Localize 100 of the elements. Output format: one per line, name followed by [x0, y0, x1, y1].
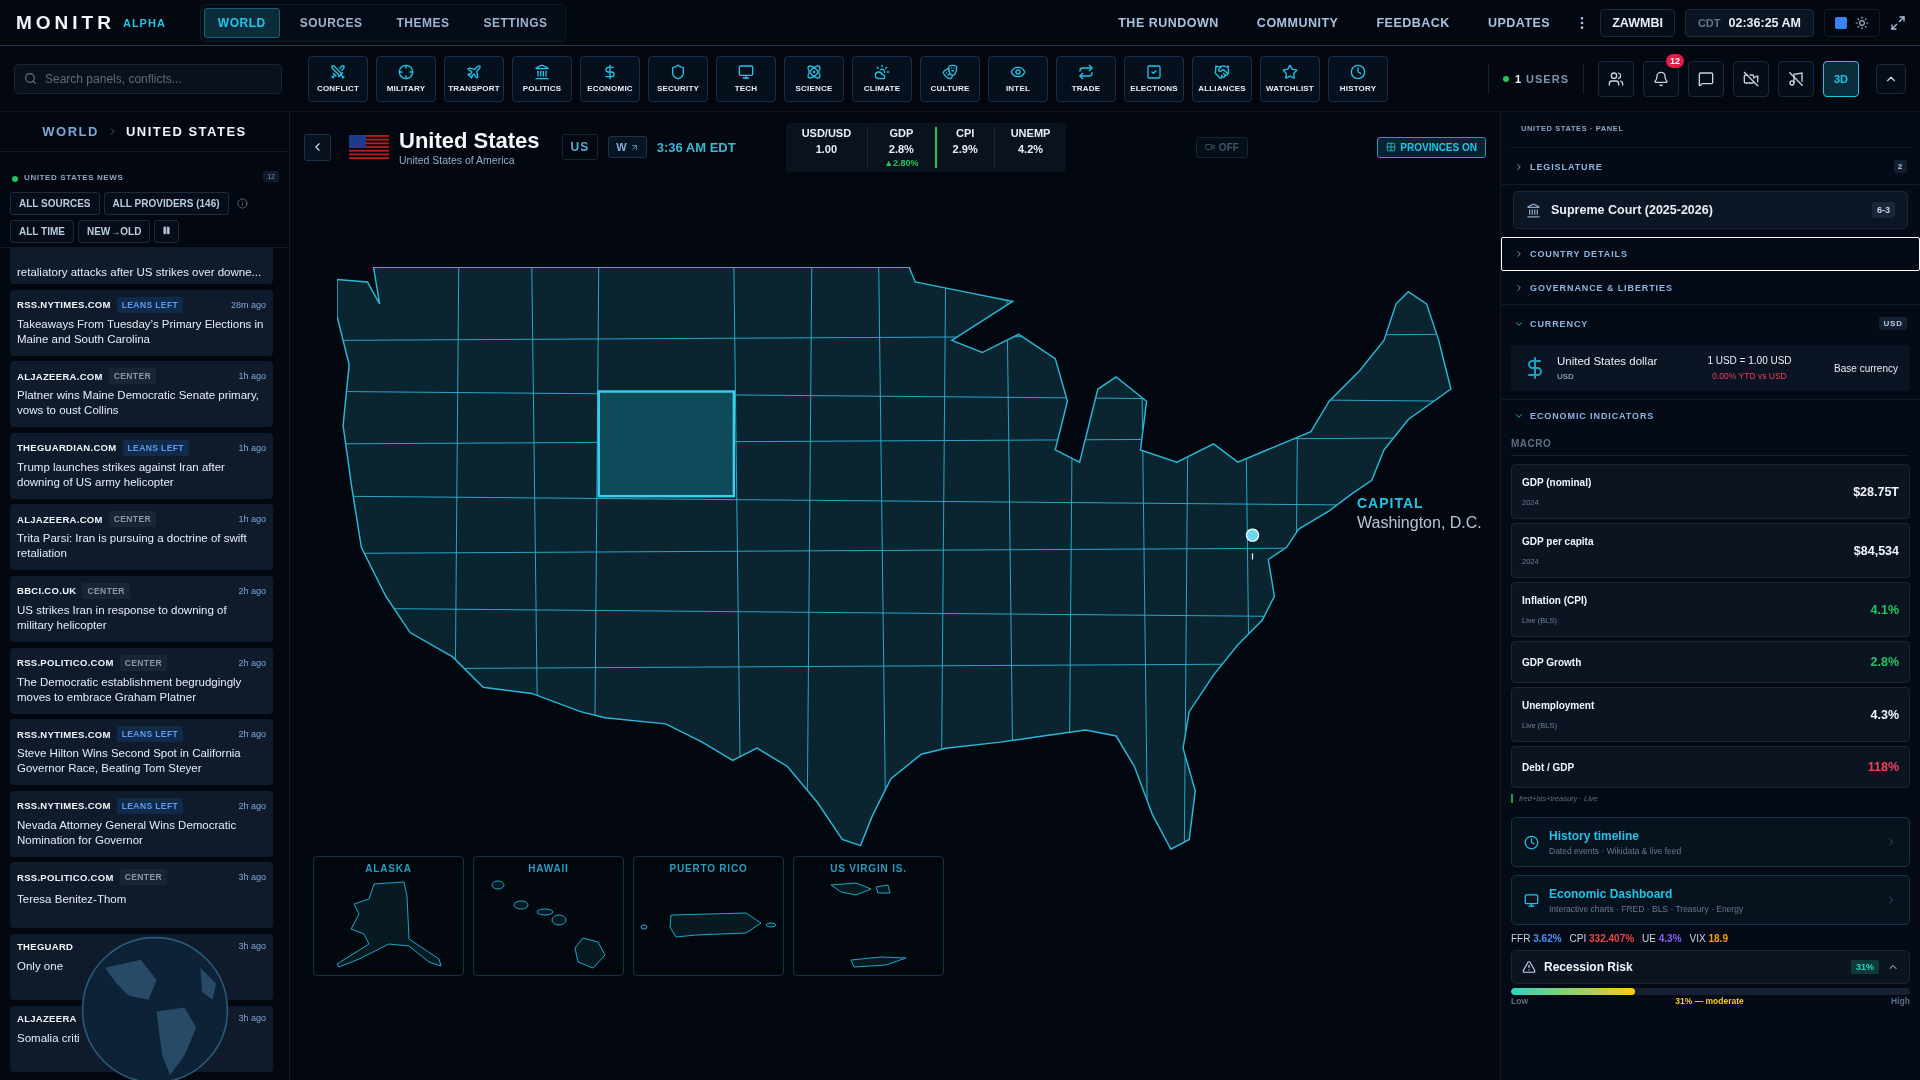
bias-tag: CENTER [119, 869, 167, 886]
grid-icon [1386, 142, 1397, 152]
stat-label: UNEMP [1010, 126, 1051, 139]
currency-name: United States dollar [1557, 355, 1658, 367]
provider-filter[interactable]: ALL PROVIDERS (146) [103, 191, 229, 215]
category-button[interactable]: ECONOMIC [580, 55, 640, 102]
users-count: 1 USERS [1514, 72, 1569, 85]
info-icon[interactable] [236, 197, 248, 209]
category-button[interactable]: INTEL [988, 55, 1048, 102]
bias-tag: LEANS LEFT [116, 726, 184, 743]
sun-icon[interactable] [1855, 15, 1869, 30]
top-link[interactable]: UPDATES [1487, 15, 1551, 30]
bias-tag: CENTER [108, 368, 157, 385]
nav-tab[interactable]: SOURCES [285, 7, 377, 38]
category-button[interactable]: CLIMATE [852, 55, 912, 102]
inset-map-card[interactable]: PUERTO RICO [633, 856, 784, 976]
category-icon [874, 64, 890, 80]
camera-off-button[interactable] [1733, 60, 1769, 97]
news-card[interactable]: RSS.NYTIMES.COM LEANS LEFT 2h ago Nevada Attorney General Wins Democratic Nomination for Governor [10, 790, 273, 857]
category-button[interactable]: SECURITY [648, 55, 708, 102]
category-button[interactable]: CULTURE [920, 55, 980, 102]
color-swatch[interactable] [1835, 16, 1847, 29]
link-subtitle: Interactive charts · FRED · BLS · Treasury · Energy [1549, 903, 1744, 914]
category-button[interactable]: MILITARY [376, 55, 436, 102]
nav-tab[interactable]: WORLD [203, 7, 280, 38]
news-card[interactable]: RSS.POLITICO.COM CENTER 2h ago The Democratic establishment begrudgingly moves to embrace Graham Platner [10, 647, 273, 714]
link-card[interactable]: History timeline Dated events · Wikidata & live feed [1511, 817, 1910, 867]
3d-toggle[interactable]: 3D [1823, 60, 1859, 97]
top-link[interactable]: COMMUNITY [1256, 15, 1339, 30]
clock-time: 02:36:25 AM [1728, 15, 1801, 30]
section-header[interactable]: COUNTRY DETAILS [1501, 237, 1920, 271]
chat-button[interactable] [1688, 60, 1724, 97]
pause-button[interactable] [154, 219, 180, 243]
inset-label: ALASKA [365, 863, 412, 874]
source-filter[interactable]: ALL SOURCES [10, 191, 100, 215]
news-headline: Nevada Attorney General Wins Democratic Nomination for Governor [17, 817, 238, 848]
news-card[interactable]: BBCI.CO.UK CENTER 2h ago US strikes Iran in response to downing of military helicopter [10, 575, 273, 642]
category-button[interactable]: POLITICS [512, 55, 572, 102]
live-dot [12, 176, 18, 182]
top-link[interactable]: THE RUNDOWN [1118, 15, 1219, 30]
inset-label: US VIRGIN IS. [830, 863, 907, 874]
users-button[interactable] [1598, 60, 1634, 97]
ticker-item: FFR 3.62% [1511, 933, 1562, 944]
news-time: 1h ago [238, 371, 266, 382]
nav-tab[interactable]: SETTINGS [469, 7, 562, 38]
category-icon [806, 64, 822, 80]
inset-map-card[interactable]: US VIRGIN IS. [793, 856, 944, 976]
news-headline: Platner wins Maine Democratic Senate primary, vows to oust Collins [17, 388, 261, 419]
news-card[interactable]: THEGUARDIAN.COM LEANS LEFT 1h ago Trump launches strikes against Iran after downing of US army helicopter [10, 432, 273, 499]
sound-off-button[interactable] [1778, 60, 1814, 97]
provinces-toggle[interactable]: PROVINCES ON [1377, 136, 1486, 158]
chat-icon [1698, 70, 1714, 87]
category-button[interactable]: HISTORY [1328, 55, 1388, 102]
inset-map-card[interactable]: ALASKA [313, 856, 464, 976]
category-button[interactable]: TRANSPORT [444, 55, 504, 102]
category-button[interactable]: TRADE [1056, 55, 1116, 102]
indicator-value: 4.3% [1870, 707, 1899, 722]
country-name: United States [399, 128, 540, 154]
category-button[interactable]: ALLIANCES [1192, 55, 1252, 102]
fullscreen-icon[interactable] [1890, 14, 1906, 31]
inset-map-card[interactable]: HAWAII [473, 856, 624, 976]
news-card[interactable]: RSS.POLITICO.COM CENTER 3h ago Teresa Benitez-Thom [10, 862, 273, 929]
news-headline: US strikes Iran in response to downing of military helicopter [17, 602, 228, 633]
search-field[interactable]: Search panels, conflicts... [14, 63, 282, 94]
breadcrumb-link[interactable]: WORLD [42, 124, 99, 139]
category-button[interactable]: CONFLICT [308, 55, 368, 102]
breadcrumb-link[interactable]: UNITED STATES [125, 124, 247, 139]
top-link[interactable]: FEEDBACK [1376, 15, 1450, 30]
news-card[interactable]: RSS.NYTIMES.COM LEANS LEFT 28m ago Takeaways From Tuesday’s Primary Elections in Maine and South Carolina [10, 289, 273, 356]
section-header[interactable]: ECONOMIC INDICATORS [1501, 399, 1920, 432]
stat-value: 4.2% [1018, 142, 1044, 155]
category-button[interactable]: TECH [716, 55, 776, 102]
weather-button[interactable]: W [608, 136, 647, 158]
link-card[interactable]: Economic Dashboard Interactive charts · FRED · BLS · Treasury · Energy [1511, 875, 1910, 925]
nav-tab[interactable]: THEMES [382, 7, 464, 38]
category-button[interactable]: WATCHLIST [1260, 55, 1320, 102]
news-time: 1h ago [238, 442, 266, 453]
news-card[interactable]: ALJAZEERA.COM CENTER 1h ago Trita Parsi: Iran is pursuing a doctrine of swift retaliation [10, 504, 273, 571]
news-card[interactable]: RSS.NYTIMES.COM LEANS LEFT 2h ago Steve Hilton Wins Second Spot in California Governor Race, Beating Tom Steyer [10, 719, 273, 786]
camera-off-icon [1743, 70, 1759, 87]
video-icon [1204, 142, 1215, 152]
category-icon [466, 64, 482, 80]
back-button[interactable] [304, 133, 331, 161]
category-icon [398, 64, 414, 80]
sort-button[interactable]: NEW→OLD [77, 219, 151, 243]
section-header[interactable]: GOVERNANCE & LIBERTIES [1501, 271, 1920, 305]
court-card[interactable]: Supreme Court (2025-2026) 6-3 [1513, 191, 1908, 229]
category-icon [602, 64, 618, 80]
ticker-item: CPI 332.407% [1569, 933, 1635, 944]
section-header[interactable]: LEGISLATURE 2 [1501, 148, 1920, 185]
category-button[interactable]: SCIENCE [784, 55, 844, 102]
section-header[interactable]: CURRENCY USD [1501, 305, 1920, 341]
category-icon [1078, 64, 1094, 80]
notifications-button[interactable] [1643, 60, 1679, 97]
court-label: Supreme Court (2025-2026) [1551, 203, 1714, 217]
link-title: Economic Dashboard [1549, 886, 1673, 901]
news-card[interactable]: ALJAZEERA.COM CENTER 1h ago Platner wins Maine Democratic Senate primary, vows to oust Collins [10, 361, 273, 428]
time-filter[interactable]: ALL TIME [10, 219, 74, 243]
category-button[interactable]: ELECTIONS [1124, 55, 1184, 102]
recession-risk-header[interactable]: Recession Risk 31% [1511, 950, 1910, 984]
